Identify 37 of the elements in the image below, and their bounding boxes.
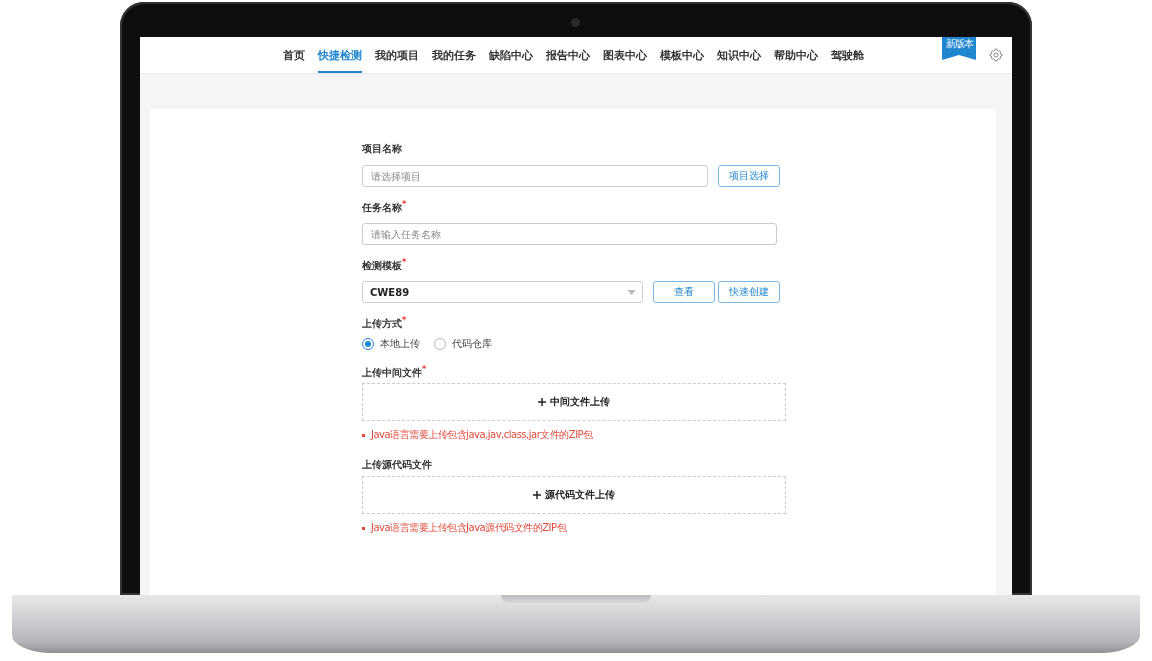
hint-text: Java语言需要上传包含Java源代码文件的ZIP包 (371, 521, 567, 535)
nav-tab[interactable]: 快捷检测 (317, 37, 362, 73)
nav-tab[interactable]: 帮助中心 (773, 37, 818, 73)
upload-area[interactable]: 中间文件上传 (362, 383, 786, 421)
nav-tab[interactable]: 驾驶舱 (830, 37, 864, 73)
field-label: 检测模板$^{*}$ (362, 258, 408, 272)
task-name-input[interactable]: 请输入任务名称 (362, 223, 777, 245)
project-input[interactable]: 请选择项目 (362, 165, 708, 187)
caret-icon (627, 289, 636, 295)
camera-icon (571, 18, 580, 27)
select-project-button[interactable]: 项目选择 (718, 165, 780, 187)
nav-tab[interactable]: 图表中心 (602, 37, 647, 73)
radio-label: 本地上传 (380, 337, 420, 351)
new-version-ribbon[interactable]: 新版本 (942, 37, 976, 60)
nav-tab[interactable]: 知识中心 (716, 37, 761, 73)
nav-tab[interactable]: 缺陷中心 (488, 37, 533, 73)
upload-area[interactable]: 源代码文件上传 (362, 476, 786, 514)
field-label: 上传中间文件$^{*}$ (362, 365, 428, 379)
radio-label: 代码仓库 (452, 337, 492, 351)
nav-tab[interactable]: 模板中心 (659, 37, 704, 73)
nav-tab[interactable]: 报告中心 (545, 37, 590, 73)
template-button[interactable]: 快速创建 (718, 281, 780, 303)
field-label: 上传方式$^{*}$ (362, 316, 408, 330)
hint-text: Java语言需要上传包含java,jav,class,jar文件的ZIP包 (371, 428, 593, 442)
plus-icon (538, 398, 546, 406)
field-label: 任务名称$^{*}$ (362, 200, 408, 214)
settings-icon[interactable] (988, 47, 1004, 63)
template-button[interactable]: 查看 (653, 281, 715, 303)
nav-tab[interactable]: 首页 (282, 37, 305, 73)
template-select[interactable]: CWE89 (362, 281, 643, 303)
field-label: 项目名称 (362, 142, 403, 156)
field-label: 上传源代码文件 (362, 458, 433, 472)
bullet-icon (362, 526, 365, 530)
plus-icon (533, 491, 541, 499)
nav-tab[interactable]: 我的任务 (431, 37, 476, 73)
nav-tab[interactable]: 我的项目 (374, 37, 419, 73)
bullet-icon (362, 433, 365, 437)
